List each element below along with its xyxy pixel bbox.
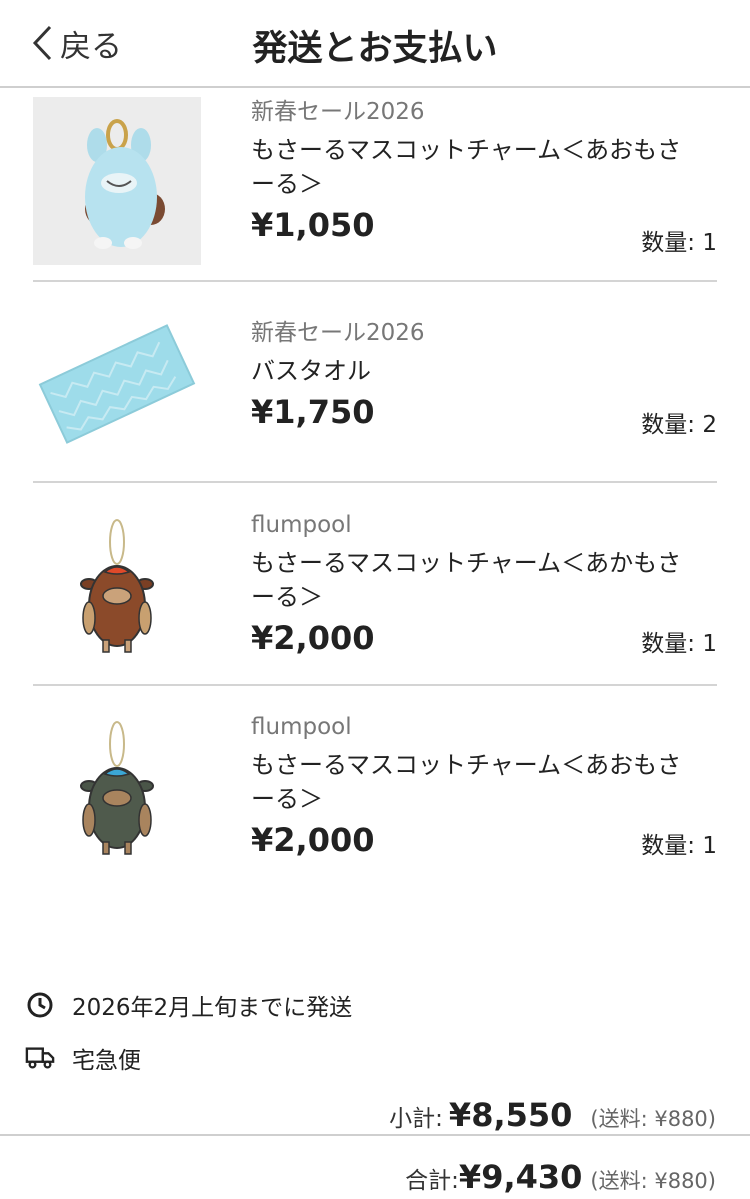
shipping-date-row: 2026年2月上旬までに発送: [25, 988, 352, 1022]
product-image-ao-mosaru-charm: [33, 716, 201, 884]
summary-divider: [0, 1134, 750, 1136]
total-value: ¥9,430: [458, 1158, 583, 1196]
product-name-line: ーる＞: [251, 785, 323, 813]
product-name-line: ーる＞: [251, 170, 323, 198]
product-image-ao-mosaru-plush: [33, 97, 201, 265]
clock-icon: [25, 990, 55, 1020]
shop-name: flumpool: [251, 714, 352, 740]
item-divider: [33, 684, 717, 686]
shop-name: 新春セール2026: [251, 320, 425, 346]
order-item-1[interactable]: 新春セール2026 もさーるマスコットチャーム＜あおもさ ーる＞ ¥1,050 …: [33, 97, 717, 267]
quantity-label: 数量: 1: [641, 631, 717, 657]
product-name: もさーるマスコットチャーム＜あおもさ ーる＞: [251, 748, 717, 816]
item-divider: [33, 481, 717, 483]
product-name: バスタオル: [251, 357, 371, 385]
subtotal-shipping-note: (送料: ¥880): [590, 1107, 716, 1131]
shipping-method-row: 宅急便: [25, 1041, 141, 1075]
shop-name: 新春セール2026: [251, 99, 425, 125]
header-bar: 戻る 発送とお支払い: [0, 0, 750, 88]
order-item-4[interactable]: flumpool もさーるマスコットチャーム＜あおもさ ーる＞ ¥2,000 数…: [33, 712, 717, 872]
product-name: もさーるマスコットチャーム＜あおもさ ーる＞: [251, 133, 717, 201]
subtotal-row: 小計: ¥8,550 (送料: ¥880): [389, 1096, 716, 1134]
total-label: 合計:: [405, 1168, 459, 1194]
quantity-label: 数量: 1: [641, 833, 717, 859]
quantity-label: 数量: 2: [641, 412, 717, 438]
subtotal-value: ¥8,550: [448, 1096, 573, 1134]
order-item-2[interactable]: 新春セール2026 バスタオル ¥1,750 数量: 2: [33, 318, 717, 458]
quantity-label: 数量: 1: [641, 230, 717, 256]
truck-icon: [25, 1043, 55, 1073]
order-item-3[interactable]: flumpool もさーるマスコットチャーム＜あかもさ ーる＞ ¥2,000 数…: [33, 510, 717, 670]
product-image-aka-mosaru-charm: [33, 514, 201, 682]
shop-name: flumpool: [251, 512, 352, 538]
subtotal-label: 小計:: [389, 1106, 443, 1132]
item-divider: [33, 280, 717, 282]
product-name-line: ーる＞: [251, 583, 323, 611]
product-image-bath-towel: [33, 314, 201, 454]
total-row: 合計: ¥9,430 (送料: ¥880): [405, 1158, 716, 1196]
page-title: 発送とお支払い: [252, 29, 498, 69]
product-name-line: もさーるマスコットチャーム＜あおもさ: [251, 136, 682, 164]
product-name-line: もさーるマスコットチャーム＜あかもさ: [251, 549, 682, 577]
total-shipping-note: (送料: ¥880): [590, 1169, 716, 1193]
shipping-method-text: 宅急便: [72, 1048, 141, 1074]
product-name: もさーるマスコットチャーム＜あかもさ ーる＞: [251, 546, 717, 614]
shipping-date-text: 2026年2月上旬までに発送: [72, 995, 353, 1021]
product-name-line: もさーるマスコットチャーム＜あおもさ: [251, 751, 682, 779]
